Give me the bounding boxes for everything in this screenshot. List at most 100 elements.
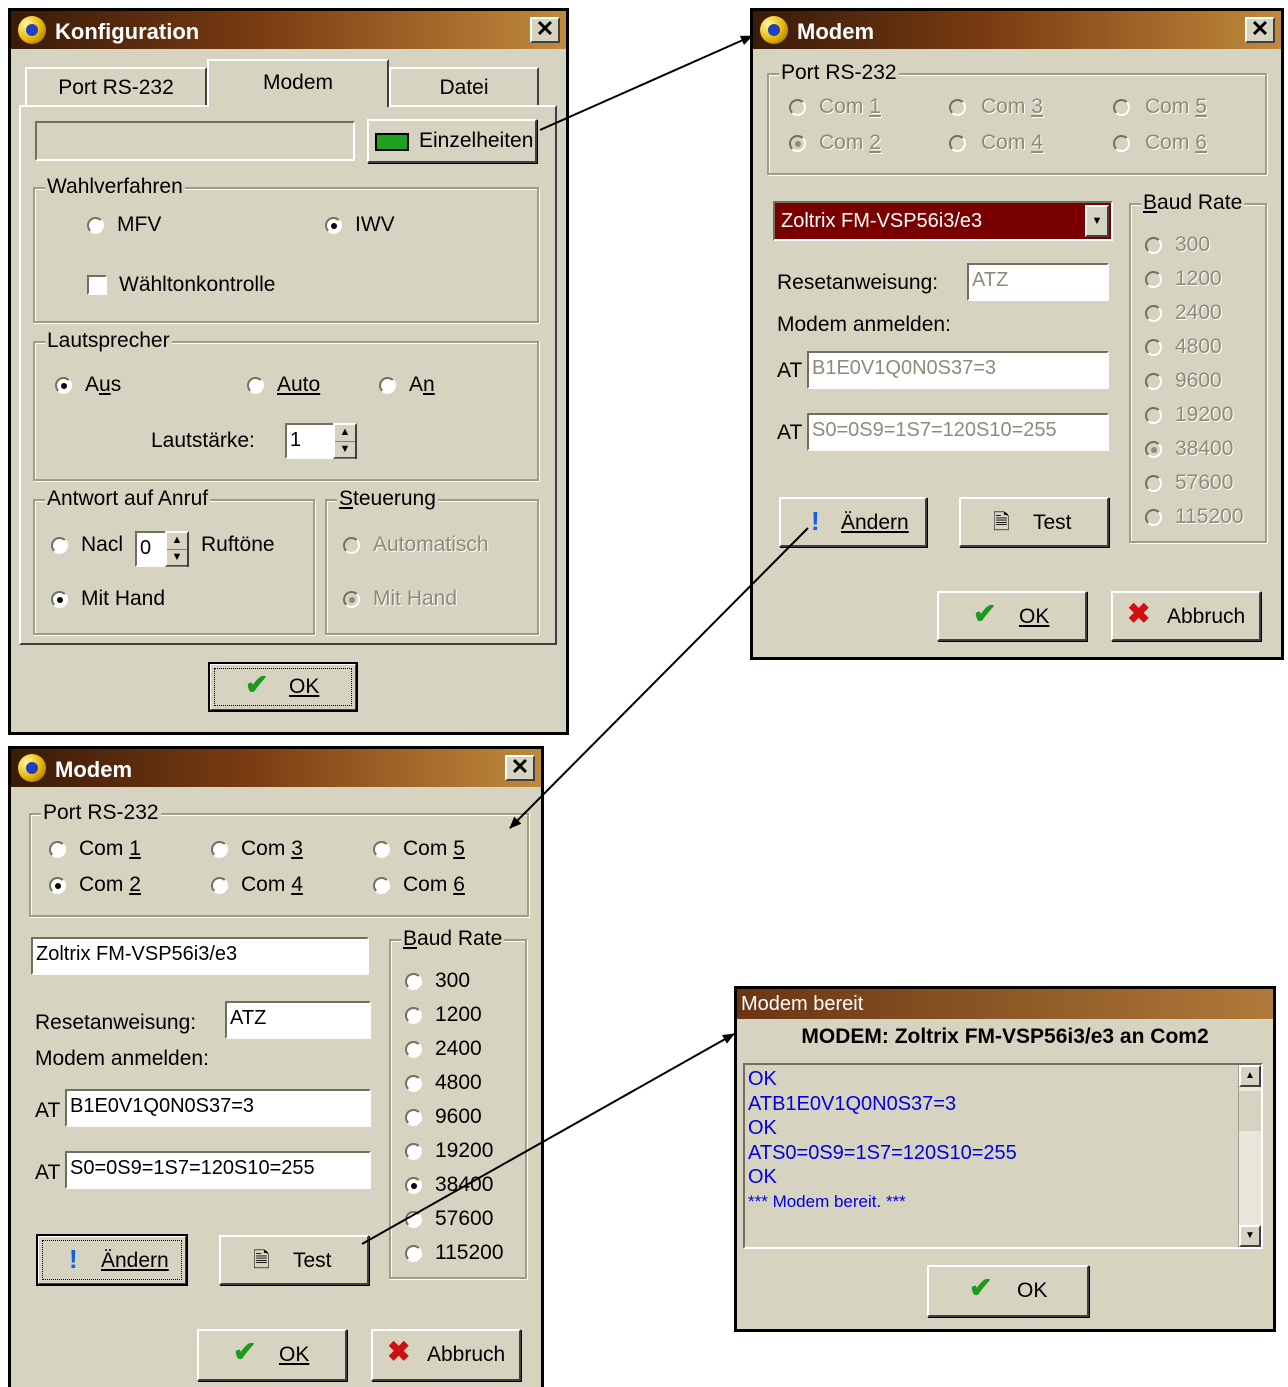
baud-2400-radio[interactable]	[405, 1041, 422, 1058]
konfig-ok-button[interactable]: ✔ OK	[208, 662, 358, 712]
lautsprecher-group: Lautsprecher Aus Auto An Lautstärke: 1 ▲…	[33, 329, 539, 481]
baud-1200-radio[interactable]	[1145, 271, 1162, 288]
init1-field[interactable]: B1E0V1Q0N0S37=3	[65, 1089, 371, 1127]
title-bar[interactable]: Modem bereit	[737, 989, 1273, 1019]
test-button[interactable]: 🗎 Test	[219, 1235, 369, 1285]
modem-type-value: Zoltrix FM-VSP56i3/e3	[781, 210, 983, 232]
dropdown-arrow-icon[interactable]: ▼	[1085, 205, 1109, 237]
window-title: Konfiguration	[55, 19, 200, 44]
ok-check-icon: ✔	[245, 669, 269, 700]
ruftoene-spinner[interactable]: ▲ ▼	[165, 531, 189, 567]
com3-radio[interactable]	[211, 841, 228, 858]
baud-19200-radio[interactable]	[1145, 407, 1162, 424]
automatisch-radio[interactable]	[343, 537, 360, 554]
com3-radio[interactable]	[949, 99, 966, 116]
com6-label: Com 6	[1145, 131, 1207, 154]
abbruch-button[interactable]: ✖ Abbruch	[371, 1329, 521, 1381]
ready-ok-button[interactable]: ✔ OK	[927, 1265, 1089, 1317]
baud-300-radio[interactable]	[405, 973, 422, 990]
close-button[interactable]: ✕	[505, 755, 535, 781]
abbruch-button[interactable]: ✖ Abbruch	[1111, 591, 1261, 641]
aendern-button[interactable]: ! Ändern	[36, 1234, 188, 1286]
com6-radio[interactable]	[373, 877, 390, 894]
baud-19200-radio[interactable]	[405, 1143, 422, 1160]
modem-name-field[interactable]: Zoltrix FM-VSP56i3/e3	[31, 937, 369, 975]
modem-type-dropdown[interactable]: Zoltrix FM-VSP56i3/e3 ▼	[773, 201, 1113, 241]
baud-300-label: 300	[1175, 233, 1211, 256]
tab-port-rs232[interactable]: Port RS-232	[25, 67, 207, 105]
scroll-thumb[interactable]	[1239, 1091, 1261, 1131]
scroll-down-icon[interactable]: ▼	[1239, 1225, 1261, 1247]
auto-radio[interactable]	[247, 377, 264, 394]
iwv-label: IWV	[355, 213, 395, 236]
init1-field[interactable]: B1E0V1Q0N0S37=3	[807, 351, 1109, 389]
aendern-button[interactable]: ! Ändern	[779, 497, 927, 547]
com2-radio[interactable]	[789, 135, 806, 152]
title-bar[interactable]: Konfiguration ✕	[11, 11, 566, 49]
status-heading: MODEM: Zoltrix FM-VSP56i3/e3 an Com2	[801, 1025, 1209, 1048]
init2-field[interactable]: S0=0S9=1S7=120S10=255	[65, 1151, 371, 1189]
tab-datei[interactable]: Datei	[389, 67, 539, 105]
ok-label: OK	[1019, 605, 1050, 628]
com6-radio[interactable]	[1113, 135, 1130, 152]
baud-rate-group: Baud Rate 300 1200 2400 4800 9600 19200 38400 5…	[389, 927, 527, 1279]
ok-label: OK	[1017, 1279, 1048, 1302]
anmelden-label: Modem anmelden:	[35, 1047, 209, 1070]
aus-radio[interactable]	[55, 377, 72, 394]
baud-4800-label: 4800	[435, 1071, 482, 1094]
baud-57600-radio[interactable]	[1145, 475, 1162, 492]
reset-label: Resetanweisung:	[777, 271, 939, 294]
init2-field[interactable]: S0=0S9=1S7=120S10=255	[807, 413, 1109, 451]
com4-radio[interactable]	[949, 135, 966, 152]
modem-ok-button[interactable]: ✔ OK	[937, 591, 1087, 641]
com4-radio[interactable]	[211, 877, 228, 894]
com4-label: Com 4	[981, 131, 1043, 154]
baud-2400-radio[interactable]	[1145, 305, 1162, 322]
scroll-up-icon[interactable]: ▲	[1239, 1065, 1261, 1087]
lautstaerke-spinner[interactable]: ▲ ▼	[333, 423, 357, 459]
baud-label: Baud Rate	[1141, 191, 1245, 215]
baud-4800-radio[interactable]	[405, 1075, 422, 1092]
antwort-mit-hand-radio[interactable]	[51, 591, 68, 608]
baud-9600-radio[interactable]	[1145, 373, 1162, 390]
baud-4800-radio[interactable]	[1145, 339, 1162, 356]
an-radio[interactable]	[379, 377, 396, 394]
steuerung-mit-hand-radio[interactable]	[343, 591, 360, 608]
modem-ok-button[interactable]: ✔ OK	[197, 1329, 347, 1381]
einzelheiten-button[interactable]: Einzelheiten	[367, 119, 537, 163]
com1-radio[interactable]	[789, 99, 806, 116]
abbruch-label: Abbruch	[427, 1343, 506, 1366]
iwv-radio[interactable]	[325, 217, 342, 234]
baud-300-radio[interactable]	[1145, 237, 1162, 254]
test-button[interactable]: 🗎 Test	[959, 497, 1109, 547]
window-title: Modem	[55, 757, 132, 782]
title-bar[interactable]: Modem ✕	[753, 11, 1281, 49]
baud-57600-radio[interactable]	[405, 1211, 422, 1228]
com5-radio[interactable]	[1113, 99, 1130, 116]
ok-label: OK	[279, 1343, 310, 1366]
baud-115200-radio[interactable]	[1145, 509, 1162, 526]
nach-radio[interactable]	[51, 537, 68, 554]
tab-modem[interactable]: Modem	[207, 59, 389, 107]
close-button[interactable]: ✕	[1245, 17, 1275, 43]
baud-115200-radio[interactable]	[405, 1245, 422, 1262]
mfv-radio[interactable]	[87, 217, 104, 234]
baud-38400-radio[interactable]	[405, 1177, 422, 1194]
close-button[interactable]: ✕	[530, 17, 560, 43]
ok-check-icon: ✔	[973, 598, 997, 629]
com5-radio[interactable]	[373, 841, 390, 858]
baud-9600-radio[interactable]	[405, 1109, 422, 1126]
com2-radio[interactable]	[49, 877, 66, 894]
log-area[interactable]: OK ATB1E0V1Q0N0S37=3 OK ATS0=0S9=1S7=120S10…	[743, 1063, 1263, 1249]
baud-38400-radio[interactable]	[1145, 441, 1162, 458]
reset-field[interactable]: ATZ	[225, 1001, 371, 1039]
reset-field[interactable]: ATZ	[967, 263, 1109, 301]
arrow-einzelheiten-to-modem	[539, 35, 753, 131]
com1-radio[interactable]	[49, 841, 66, 858]
title-bar[interactable]: Modem ✕	[11, 749, 541, 787]
lautstaerke-field[interactable]: 1	[285, 423, 335, 459]
log-scrollbar[interactable]: ▲ ▼	[1238, 1065, 1261, 1247]
waehltonkontrolle-checkbox[interactable]	[87, 275, 107, 295]
baud-1200-radio[interactable]	[405, 1007, 422, 1024]
ruftoene-field[interactable]: 0	[135, 531, 167, 567]
